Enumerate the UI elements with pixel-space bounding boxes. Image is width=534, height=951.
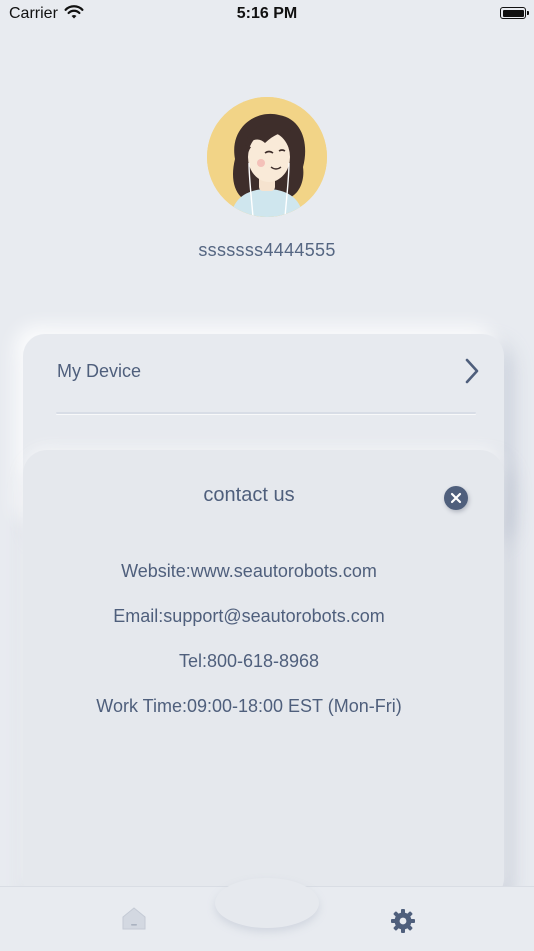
close-button[interactable] bbox=[444, 486, 468, 510]
phone-text[interactable]: Tel:800-618-8968 bbox=[23, 651, 475, 672]
divider bbox=[56, 412, 476, 414]
menu-item-my-device[interactable]: My Device bbox=[23, 334, 504, 410]
close-icon bbox=[450, 492, 462, 504]
menu-item-label: My Device bbox=[57, 361, 142, 381]
work-time-text: Work Time:09:00-18:00 EST (Mon-Fri) bbox=[96, 696, 402, 716]
username: sssssss4444555 bbox=[198, 240, 336, 260]
chevron-right-icon bbox=[464, 357, 480, 390]
status-bar: Carrier 5:16 PM bbox=[0, 0, 534, 28]
email-text[interactable]: Email:support@seautorobots.com bbox=[23, 606, 475, 627]
contact-modal: contact us Website:www.seautorobots.com … bbox=[23, 450, 504, 902]
tab-settings[interactable] bbox=[389, 907, 417, 940]
website-text[interactable]: Website:www.seautorobots.com bbox=[23, 561, 475, 582]
clock: 5:16 PM bbox=[236, 5, 298, 22]
gear-icon bbox=[391, 909, 415, 933]
tab-bar-center-bump bbox=[215, 878, 319, 928]
user-avatar-illustration bbox=[207, 97, 327, 217]
home-icon bbox=[122, 907, 146, 930]
modal-title: contact us bbox=[203, 484, 295, 506]
battery-icon bbox=[500, 7, 529, 19]
avatar[interactable] bbox=[207, 97, 327, 217]
tab-home[interactable] bbox=[120, 904, 148, 937]
